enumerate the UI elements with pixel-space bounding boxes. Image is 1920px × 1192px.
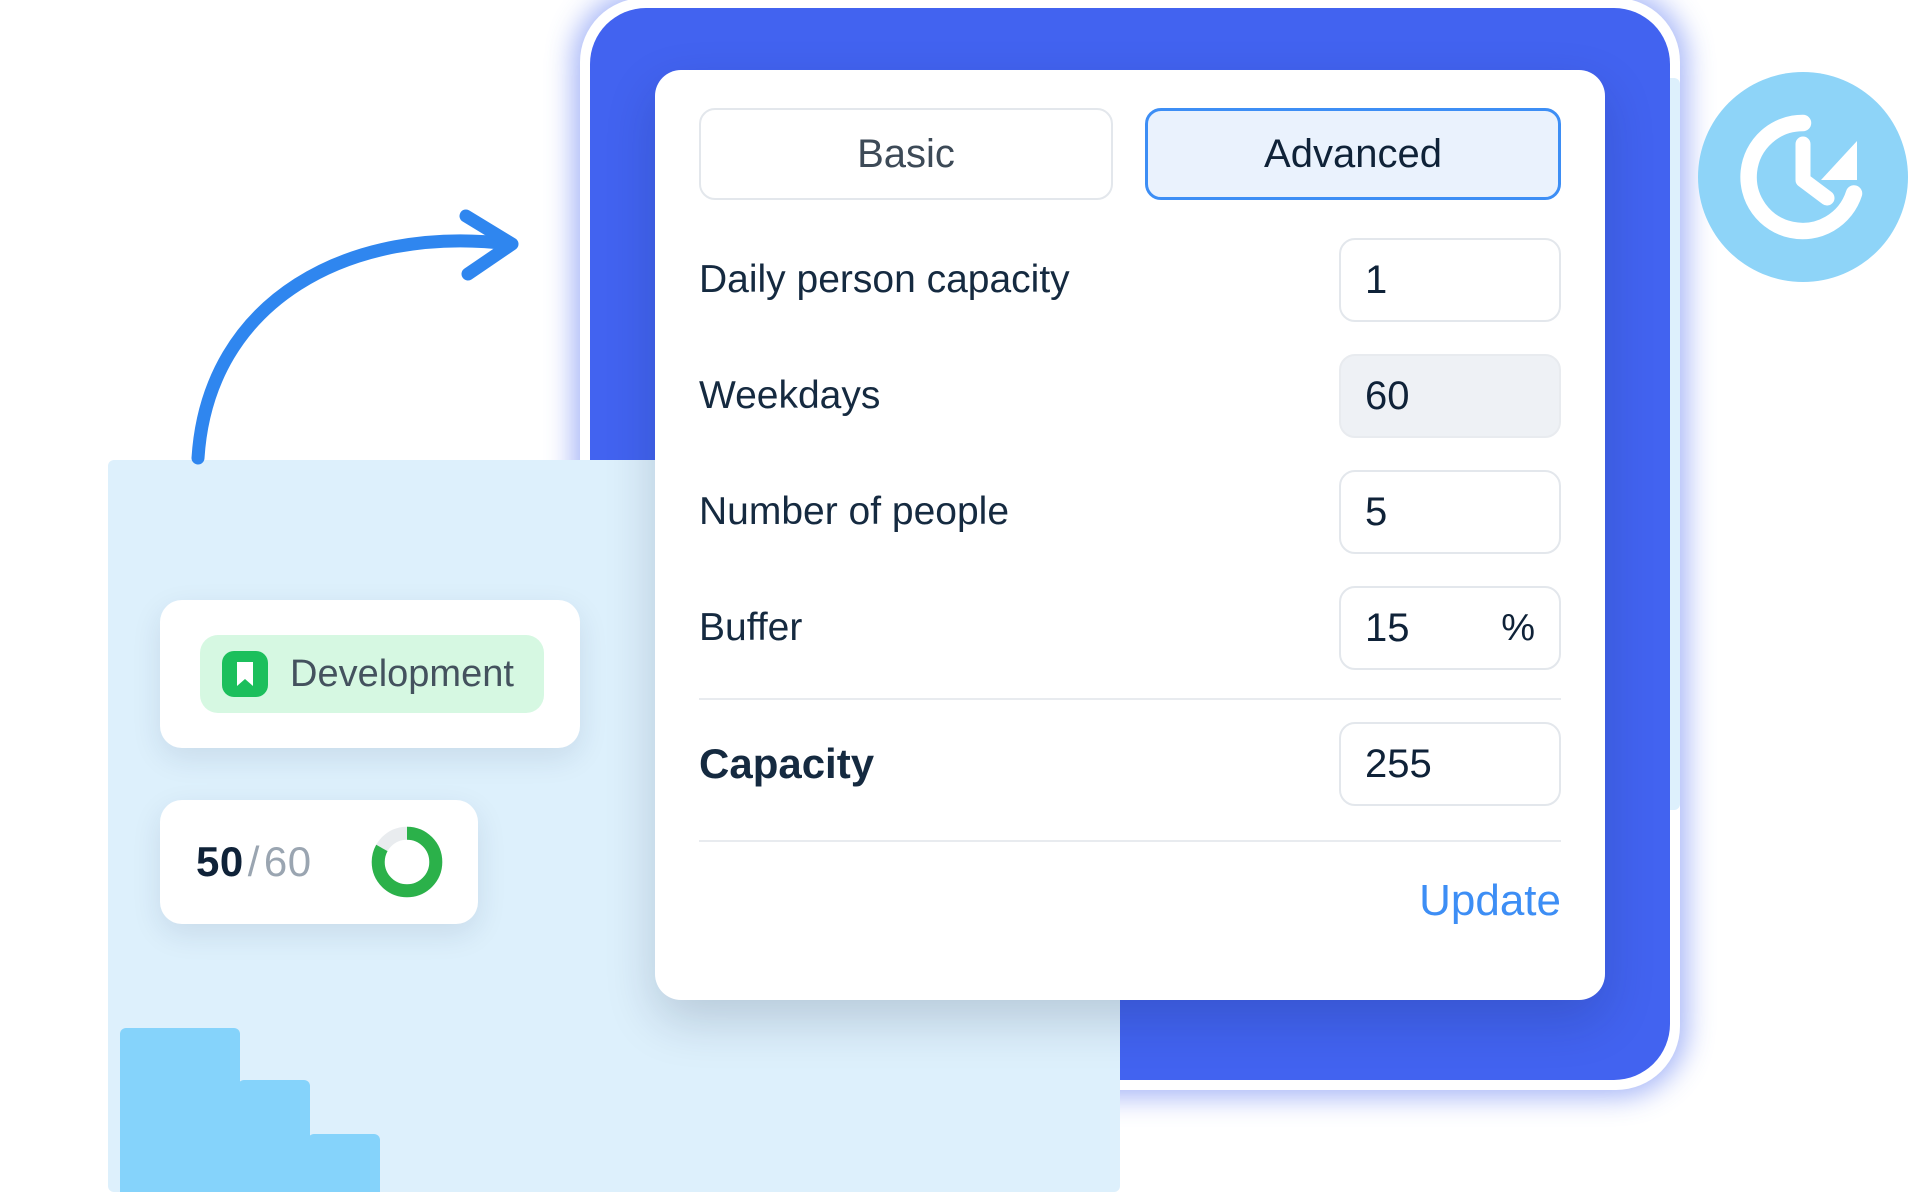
development-tag-pill[interactable]: Development [200,635,544,713]
tab-basic[interactable]: Basic [699,108,1113,200]
label-capacity: Capacity [699,740,875,787]
label-weekdays: Weekdays [699,374,881,417]
capacity-settings-card: Basic Advanced Daily person capacity 1 W… [655,70,1605,1000]
progress-values: 50/60 [196,838,312,886]
development-tag-label: Development [290,652,514,695]
input-buffer[interactable]: 15 % [1339,586,1561,670]
bookmark-icon [222,651,268,697]
capacity-progress-card: 50/60 [160,800,478,924]
bar-1 [120,1028,240,1192]
row-weekdays: Weekdays 60 [699,338,1561,454]
divider-above-capacity [699,698,1561,700]
input-capacity[interactable]: 255 [1339,722,1561,806]
settings-rows: Daily person capacity 1 Weekdays 60 Numb… [655,222,1605,842]
label-daily-person-capacity: Daily person capacity [699,258,1070,301]
progress-current: 50 [196,838,244,885]
tab-bar: Basic Advanced [655,70,1605,222]
clock-refresh-icon [1698,72,1908,282]
progress-total: 60 [263,838,312,885]
progress-separator: / [247,838,260,885]
unit-buffer-percent: % [1501,606,1535,649]
row-number-of-people: Number of people 5 [699,454,1561,570]
value-daily-person-capacity: 1 [1365,257,1388,302]
curved-arrow-icon [191,209,519,465]
descending-bars-icon [120,1028,480,1192]
input-weekdays[interactable]: 60 [1339,354,1561,438]
row-buffer: Buffer 15 % [699,570,1561,686]
bar-2 [238,1080,310,1192]
value-number-of-people: 5 [1365,489,1388,534]
input-daily-person-capacity[interactable]: 1 [1339,238,1561,322]
development-tag-card: Development [160,600,580,748]
progress-donut [371,826,443,898]
card-footer: Update [655,842,1605,926]
label-buffer: Buffer [699,606,803,649]
tab-advanced[interactable]: Advanced [1145,108,1561,200]
value-weekdays: 60 [1365,373,1410,418]
label-number-of-people: Number of people [699,490,1010,533]
row-daily-person-capacity: Daily person capacity 1 [699,222,1561,338]
illustration-stage: Development 50/60 Basic Advanced Daily p… [0,0,1920,1192]
input-number-of-people[interactable]: 5 [1339,470,1561,554]
row-capacity-total: Capacity 255 [699,706,1561,822]
update-button[interactable]: Update [1419,876,1561,926]
bar-3 [308,1134,380,1192]
value-buffer: 15 [1365,605,1410,650]
value-capacity: 255 [1365,741,1432,786]
